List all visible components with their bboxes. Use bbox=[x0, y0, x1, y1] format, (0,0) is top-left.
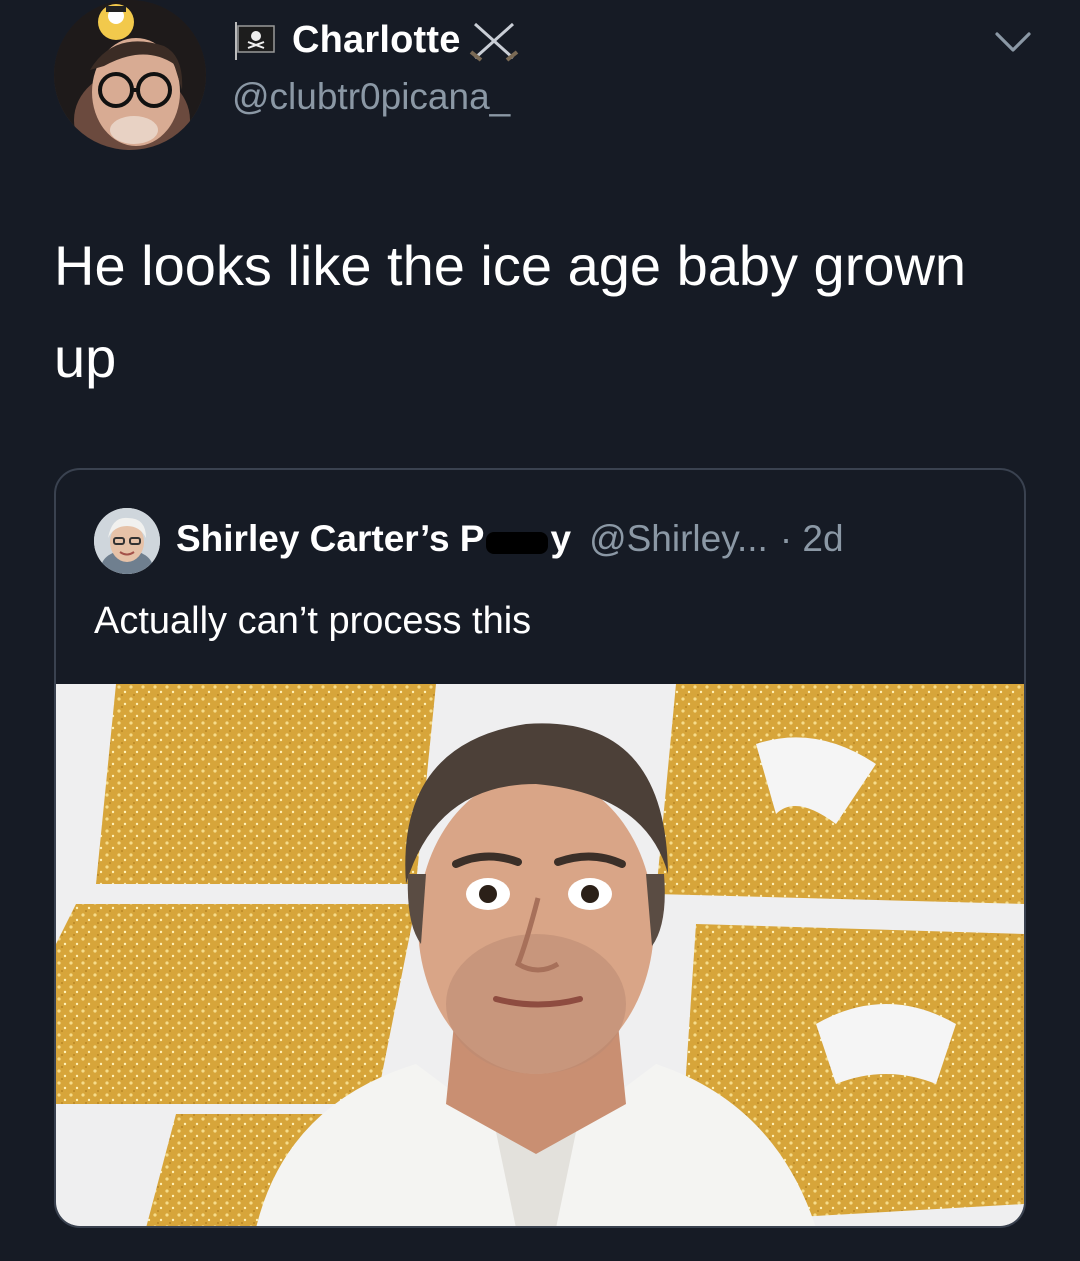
author-display-name[interactable]: Charlotte bbox=[232, 18, 521, 62]
quoted-tweet-timestamp[interactable]: · 2d bbox=[780, 518, 844, 560]
chevron-down-icon[interactable] bbox=[993, 30, 1033, 56]
pirate-flag-icon bbox=[232, 20, 278, 60]
quoted-author-name-end[interactable]: y bbox=[550, 518, 571, 560]
author-avatar[interactable] bbox=[54, 0, 206, 150]
tweet-text: He looks like the ice age baby grown up bbox=[54, 234, 967, 389]
author-handle[interactable]: @clubtr0picana_ bbox=[232, 76, 510, 118]
quoted-tweet-text: Actually can’t process this bbox=[94, 600, 532, 642]
quoted-tweet-header: Shirley Carter’s P y @Shirley... · 2d bbox=[176, 518, 844, 560]
quoted-author-handle[interactable]: @Shirley... bbox=[589, 518, 768, 560]
quoted-tweet-photo[interactable] bbox=[56, 684, 1024, 1226]
quoted-author-avatar[interactable] bbox=[94, 508, 160, 574]
author-name-text: Charlotte bbox=[292, 18, 461, 61]
quoted-author-name-start[interactable]: Shirley Carter’s P bbox=[176, 518, 484, 560]
crossed-swords-icon bbox=[467, 18, 521, 62]
quoted-tweet-card[interactable]: Shirley Carter’s P y @Shirley... · 2d Ac… bbox=[54, 468, 1026, 1228]
tweet-view: Charlotte @clubtr0picana_ He looks like … bbox=[0, 0, 1080, 1261]
censor-bar bbox=[486, 532, 549, 554]
